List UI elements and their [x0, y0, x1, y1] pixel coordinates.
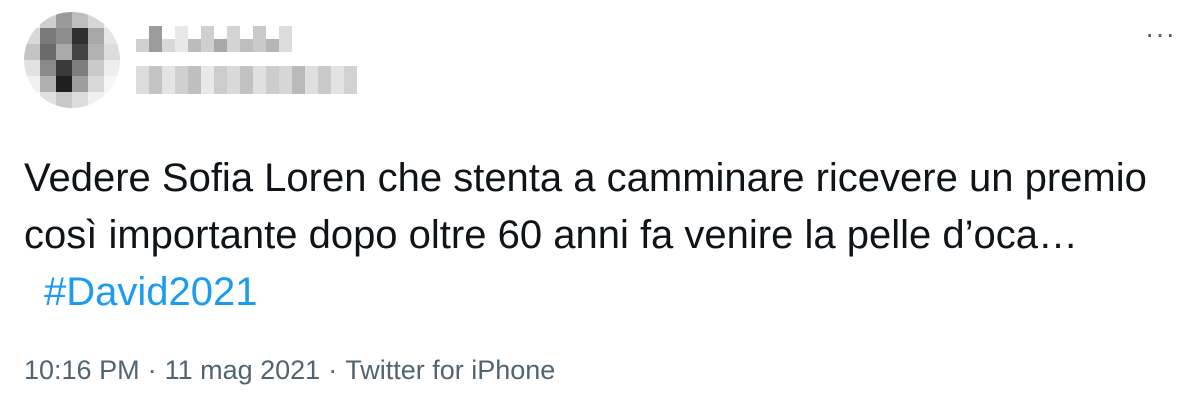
- avatar-pixel: [56, 28, 72, 44]
- name-pixel: [175, 26, 188, 52]
- handle-pixel: [253, 66, 266, 94]
- avatar-pixel: [72, 60, 88, 76]
- avatar-pixel: [104, 76, 120, 92]
- name-pixel: [214, 39, 227, 52]
- tweet-time[interactable]: 10:16 PM: [24, 355, 140, 385]
- avatar-pixel: [72, 44, 88, 60]
- username-redacted[interactable]: [136, 66, 357, 94]
- avatar-pixel: [56, 76, 72, 92]
- avatar-pixel: [56, 92, 72, 108]
- tweet-card: ··· Vedere Sofia Loren che stenta a camm…: [0, 0, 1200, 411]
- avatar-pixel: [40, 60, 56, 76]
- avatar-pixel: [88, 92, 104, 108]
- name-pixel: [188, 39, 201, 52]
- avatar-pixel: [40, 28, 56, 44]
- handle-pixel: [305, 66, 318, 94]
- avatar-pixel: [24, 12, 40, 28]
- handle-pixel: [292, 66, 305, 94]
- name-pixel: [240, 39, 253, 52]
- avatar-pixel: [24, 60, 40, 76]
- avatar-pixel: [88, 12, 104, 28]
- name-pixel: [136, 39, 149, 52]
- tweet-source[interactable]: Twitter for iPhone: [345, 355, 555, 385]
- handle-pixel: [201, 66, 214, 94]
- handle-pixel: [318, 66, 331, 94]
- avatar-pixel: [104, 92, 120, 108]
- name-pixel: [253, 26, 266, 52]
- avatar-pixel: [72, 28, 88, 44]
- avatar-pixel: [88, 76, 104, 92]
- more-options-icon[interactable]: ···: [1145, 20, 1176, 48]
- handle-pixel: [175, 66, 188, 94]
- avatar-pixel: [72, 76, 88, 92]
- hashtag-link[interactable]: #David2021: [44, 270, 258, 314]
- separator: ·: [328, 355, 338, 385]
- avatar-pixel: [104, 28, 120, 44]
- avatar-pixel: [40, 76, 56, 92]
- avatar-pixel: [88, 44, 104, 60]
- avatar-pixel: [104, 44, 120, 60]
- avatar-pixel: [72, 12, 88, 28]
- avatar-pixel: [56, 60, 72, 76]
- avatar-pixel: [24, 28, 40, 44]
- avatar-pixel: [40, 92, 56, 108]
- avatar-pixel: [24, 44, 40, 60]
- tweet-date[interactable]: 11 mag 2021: [165, 355, 321, 385]
- avatar-pixel: [88, 28, 104, 44]
- handle-pixel: [344, 66, 357, 94]
- avatar-pixel: [24, 76, 40, 92]
- name-pixel: [149, 26, 162, 52]
- avatar[interactable]: [24, 12, 120, 108]
- tweet-metadata: 10:16 PM · 11 mag 2021 · Twitter for iPhone: [24, 352, 555, 388]
- tweet-body: Vedere Sofia Loren che stenta a camminar…: [24, 156, 1147, 257]
- handle-pixel: [149, 66, 162, 94]
- handle-pixel: [227, 66, 240, 94]
- name-pixel: [266, 39, 279, 52]
- avatar-pixel: [72, 92, 88, 108]
- avatar-pixel: [104, 12, 120, 28]
- avatar-pixel: [56, 44, 72, 60]
- handle-pixel: [136, 66, 149, 94]
- separator: ·: [147, 355, 157, 385]
- avatar-pixel: [40, 12, 56, 28]
- handle-pixel: [266, 66, 279, 94]
- avatar-pixel: [104, 60, 120, 76]
- name-pixel: [279, 26, 292, 52]
- handle-pixel: [162, 66, 175, 94]
- name-pixel: [201, 26, 214, 52]
- handle-pixel: [188, 66, 201, 94]
- name-pixel: [227, 26, 240, 52]
- display-name-redacted[interactable]: [136, 26, 292, 52]
- handle-pixel: [331, 66, 344, 94]
- handle-pixel: [240, 66, 253, 94]
- avatar-pixel: [24, 92, 40, 108]
- tweet-text: Vedere Sofia Loren che stenta a camminar…: [24, 150, 1174, 321]
- avatar-pixel: [40, 44, 56, 60]
- handle-pixel: [214, 66, 227, 94]
- avatar-pixel: [88, 60, 104, 76]
- handle-pixel: [279, 66, 292, 94]
- avatar-pixel: [56, 12, 72, 28]
- name-pixel: [162, 39, 175, 52]
